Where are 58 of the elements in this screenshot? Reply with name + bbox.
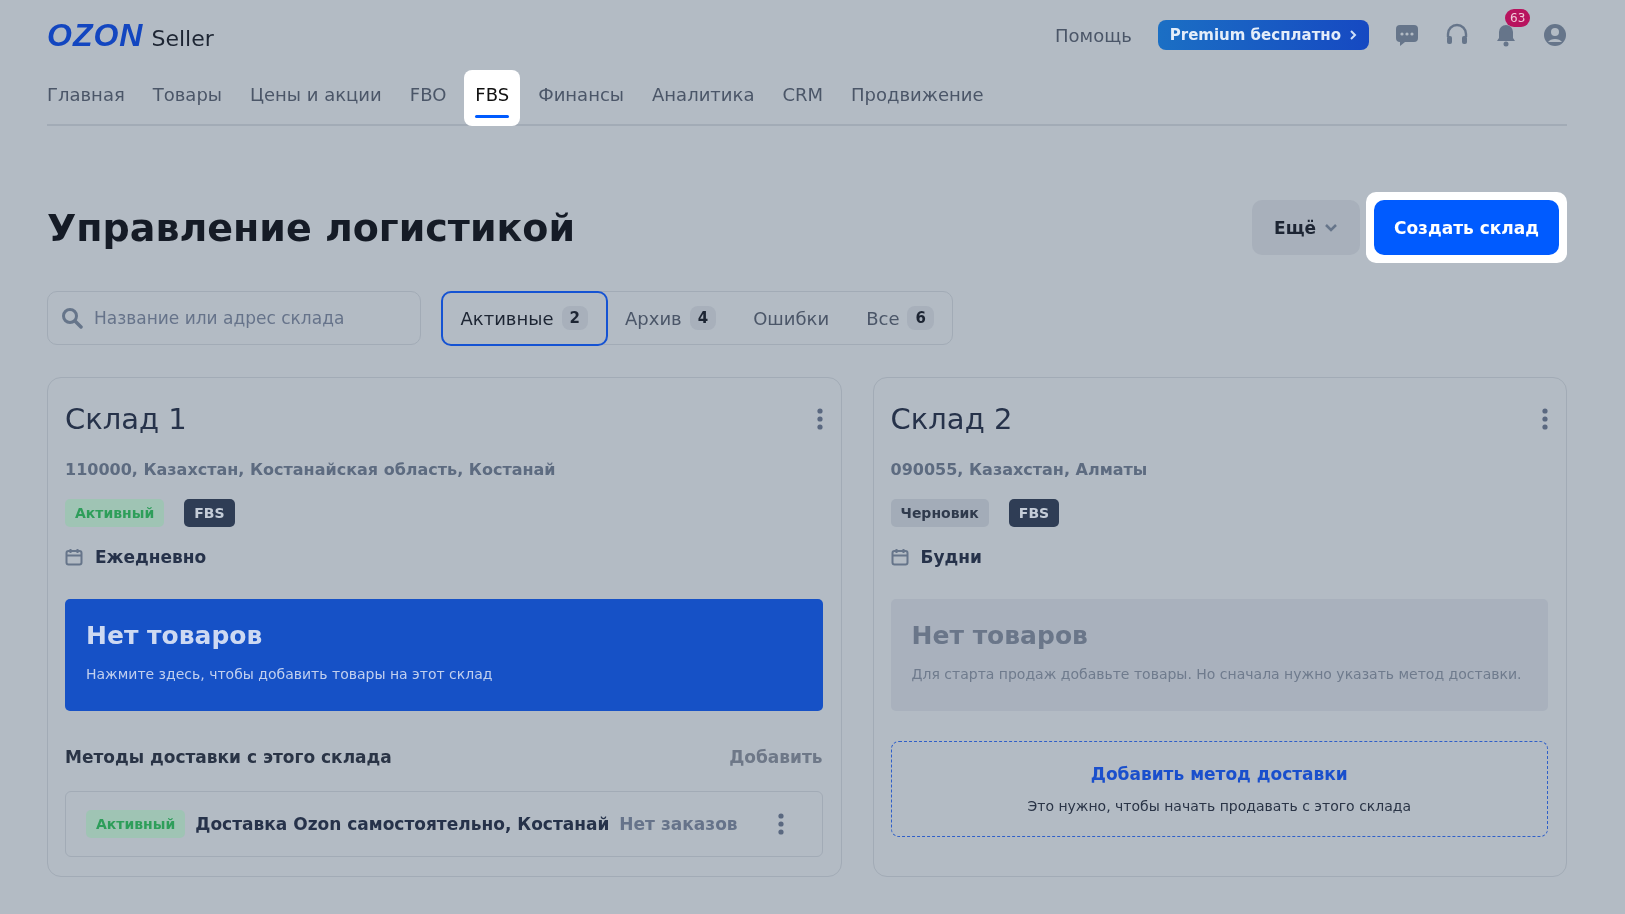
chat-icon[interactable] — [1395, 24, 1419, 46]
warehouse-name: Склад 2 — [890, 402, 1013, 436]
count-badge: 6 — [907, 306, 934, 330]
delivery-method-row[interactable]: Активный Доставка Ozon самостоятельно, Костанай Нет заказов — [65, 791, 823, 857]
more-vertical-icon[interactable] — [777, 813, 784, 835]
more-button[interactable]: Ещё — [1252, 200, 1360, 255]
nav-tab[interactable]: Финансы — [528, 70, 635, 124]
help-link[interactable]: Помощь — [1055, 24, 1132, 46]
search-icon — [61, 307, 83, 329]
bell-icon[interactable] — [1495, 23, 1517, 47]
chevron-right-icon — [1349, 29, 1357, 41]
add-delivery-link[interactable]: Добавить метод доставки — [1090, 764, 1348, 784]
warehouse-name: Склад 1 — [65, 402, 187, 436]
calendar-icon — [65, 548, 83, 566]
nav-tab[interactable]: Цены и акции — [240, 70, 392, 124]
panel-text: Для старта продаж добавьте товары. Но сначала нужно указать метод доставки. — [911, 666, 1523, 682]
panel-title: Нет товаров — [911, 621, 1089, 650]
nav-tab[interactable]: FBO — [399, 70, 457, 124]
warehouse-address: 090055, Казахстан, Алматы — [890, 460, 1149, 479]
nav-tab[interactable]: Главная — [47, 70, 135, 124]
type-tag: FBS — [184, 499, 235, 527]
more-vertical-icon[interactable] — [816, 408, 823, 430]
schedule-text: Будни — [920, 547, 982, 567]
orders-text: Нет заказов — [619, 814, 738, 834]
premium-button[interactable]: Premium бесплатно — [1157, 20, 1369, 50]
method-name: Доставка Ozon самостоятельно, Костанай — [195, 814, 610, 834]
chevron-down-icon — [1323, 222, 1338, 233]
create-warehouse-button[interactable]: Создать склад — [1373, 200, 1559, 255]
status-tag: Активный — [65, 499, 165, 527]
search-field[interactable]: Название или адрес склада — [47, 291, 421, 345]
banner-text: Нажмите здесь, чтобы добавить товары на этот склад — [86, 666, 494, 682]
count-badge: 2 — [561, 306, 588, 330]
warehouse-address: 110000, Казахстан, Костанайская область, Костанай — [65, 460, 557, 479]
logo[interactable]: OZON — [47, 16, 144, 54]
nav-tab[interactable]: CRM — [772, 70, 834, 124]
notification-badge: 63 — [1505, 9, 1531, 27]
add-products-banner[interactable]: Нет товаров Нажмите здесь, чтобы добавить товары на этот склад — [65, 599, 823, 711]
nav-tab[interactable]: Товары — [142, 70, 233, 124]
calendar-icon — [890, 548, 909, 566]
logo-suffix: Seller — [151, 25, 214, 51]
type-tag: FBS — [1008, 499, 1060, 527]
banner-title: Нет товаров — [86, 621, 264, 650]
count-badge: 4 — [689, 306, 717, 330]
nav-tab[interactable]: FBS — [464, 70, 521, 126]
filter-tab[interactable]: Активные 2 — [440, 290, 608, 346]
headset-icon[interactable] — [1445, 23, 1469, 47]
user-avatar-icon[interactable] — [1543, 23, 1567, 47]
nav-tab[interactable]: Продвижение — [841, 70, 994, 124]
more-vertical-icon[interactable] — [1542, 408, 1548, 430]
page-title: Управление логистикой — [47, 205, 576, 250]
nav-tab[interactable]: Аналитика — [642, 70, 765, 124]
status-tag: Черновик — [890, 499, 989, 527]
add-link[interactable]: Добавить — [729, 747, 823, 767]
add-delivery-area[interactable]: Добавить метод доставки Это нужно, чтобы начать продавать с этого склада — [890, 741, 1548, 837]
section-title: Методы доставки с этого склада — [65, 747, 392, 767]
add-delivery-hint: Это нужно, чтобы начать продавать с этого склада — [1027, 798, 1412, 814]
schedule-text: Ежедневно — [95, 547, 207, 567]
status-tag: Активный — [86, 810, 186, 838]
